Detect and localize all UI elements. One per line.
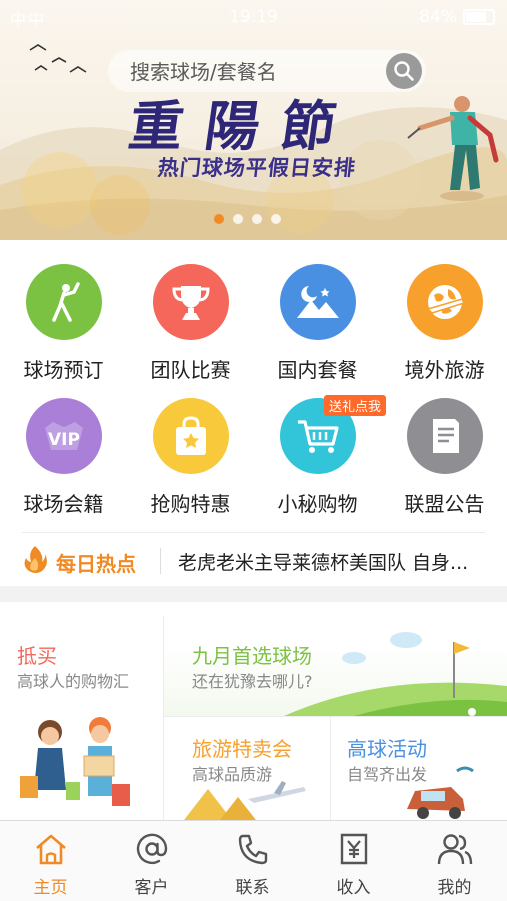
hot-news-text[interactable]: 老虎老米主导莱德杯美国队 自身... [178,548,488,575]
hot-news-label: 每日热点 [56,552,136,576]
menu-item-membership[interactable]: VIP 球场会籍 [0,398,127,517]
promo-subtitle: 高球人的购物汇 [17,672,130,691]
banner[interactable]: 中中 19:19 84% 重陽節 热门球场平假日安排 [0,0,507,240]
gift-badge[interactable]: 送礼点我 [324,395,387,416]
car-illustration [407,766,474,819]
trophy-icon [152,264,229,340]
menu-label: 国内套餐 [277,358,358,382]
promo-card-course[interactable]: 九月首选球场 还在犹豫去哪儿? [164,602,507,716]
menu-item-alliance-notice[interactable]: 联盟公告 [381,398,507,517]
shopping-bag-star-icon [152,398,229,474]
menu-grid: 球场预订 团队比赛 国内套餐 境外旅游 VIP 球场会籍 抢购特惠 送礼点我 小… [0,240,507,586]
tab-contact[interactable]: 联系 [202,821,303,901]
notice-doc-icon [406,398,483,474]
divider [160,548,161,574]
tab-label: 联系 [235,878,270,898]
tab-label: 收入 [336,878,371,898]
menu-label: 抢购特惠 [150,492,231,516]
at-icon [136,833,167,865]
tab-income[interactable]: 收入 [303,821,404,901]
promo-card-activity[interactable]: 高球活动 自驾齐出发 [331,717,507,820]
mountain-night-icon [279,264,356,340]
menu-label: 球场预订 [23,358,104,382]
menu-label: 小秘购物 [277,492,358,516]
shoppers-illustration [20,717,130,806]
golfer-icon [25,264,102,340]
battery-percent: 84% [419,7,457,27]
tab-home[interactable]: 主页 [0,821,101,901]
menu-item-overseas-travel[interactable]: 境外旅游 [381,264,507,383]
menu-label: 球场会籍 [23,492,104,516]
vip-icon: VIP [25,398,102,474]
users-icon [437,834,472,865]
tab-customers[interactable]: 客户 [101,821,202,901]
banner-dot[interactable] [233,214,243,224]
banner-title: 重陽節 [124,94,362,158]
banner-dot[interactable] [271,214,281,224]
search-button[interactable] [386,53,422,89]
promo-card-shop[interactable]: 抵买 高球人的购物汇 [0,602,163,820]
menu-label: 境外旅游 [404,358,485,382]
menu-item-team-match[interactable]: 团队比赛 [127,264,254,383]
bottom-tab-bar: 主页 客户 联系 收入 我的 [0,820,507,901]
yen-receipt-icon [340,833,367,865]
battery-icon [463,9,495,25]
search-icon [394,61,414,81]
banner-subtitle: 热门球场平假日安排 [156,156,358,180]
promo-title: 抵买 [17,644,57,668]
menu-item-flash-sale[interactable]: 抢购特惠 [127,398,254,517]
menu-item-domestic-package[interactable]: 国内套餐 [254,264,381,383]
promo-card-travel[interactable]: 旅游特卖会 高球品质游 [164,717,330,820]
flame-icon [24,546,47,573]
promo-section: 抵买 高球人的购物汇 九月首选球场 还在犹豫去哪儿? 旅游特卖会 高球品质游 高… [0,602,507,820]
daily-hot-news[interactable]: 每日热点 老虎老米主导莱德杯美国队 自身... [0,532,507,586]
golf-course-illustration [284,632,507,716]
divider [22,532,485,533]
tab-label: 我的 [437,878,472,898]
menu-label: 团队比赛 [150,358,231,382]
banner-pagination [214,214,281,224]
menu-item-secretary-shopping[interactable]: 送礼点我 小秘购物 [254,395,387,517]
tab-label: 客户 [134,878,169,898]
banner-dot[interactable] [214,214,224,224]
svg-text:VIP: VIP [48,430,80,450]
tab-mine[interactable]: 我的 [404,821,505,901]
phone-icon [238,834,267,865]
pyramid-plane-illustration [184,781,306,820]
banner-dot[interactable] [252,214,262,224]
home-icon [35,834,66,865]
menu-label: 联盟公告 [404,492,485,516]
status-bar: 中中 19:19 84% [0,0,507,34]
menu-item-course-booking[interactable]: 球场预订 [0,264,127,383]
tab-label: 主页 [33,878,68,898]
globe-plane-icon [406,264,483,340]
